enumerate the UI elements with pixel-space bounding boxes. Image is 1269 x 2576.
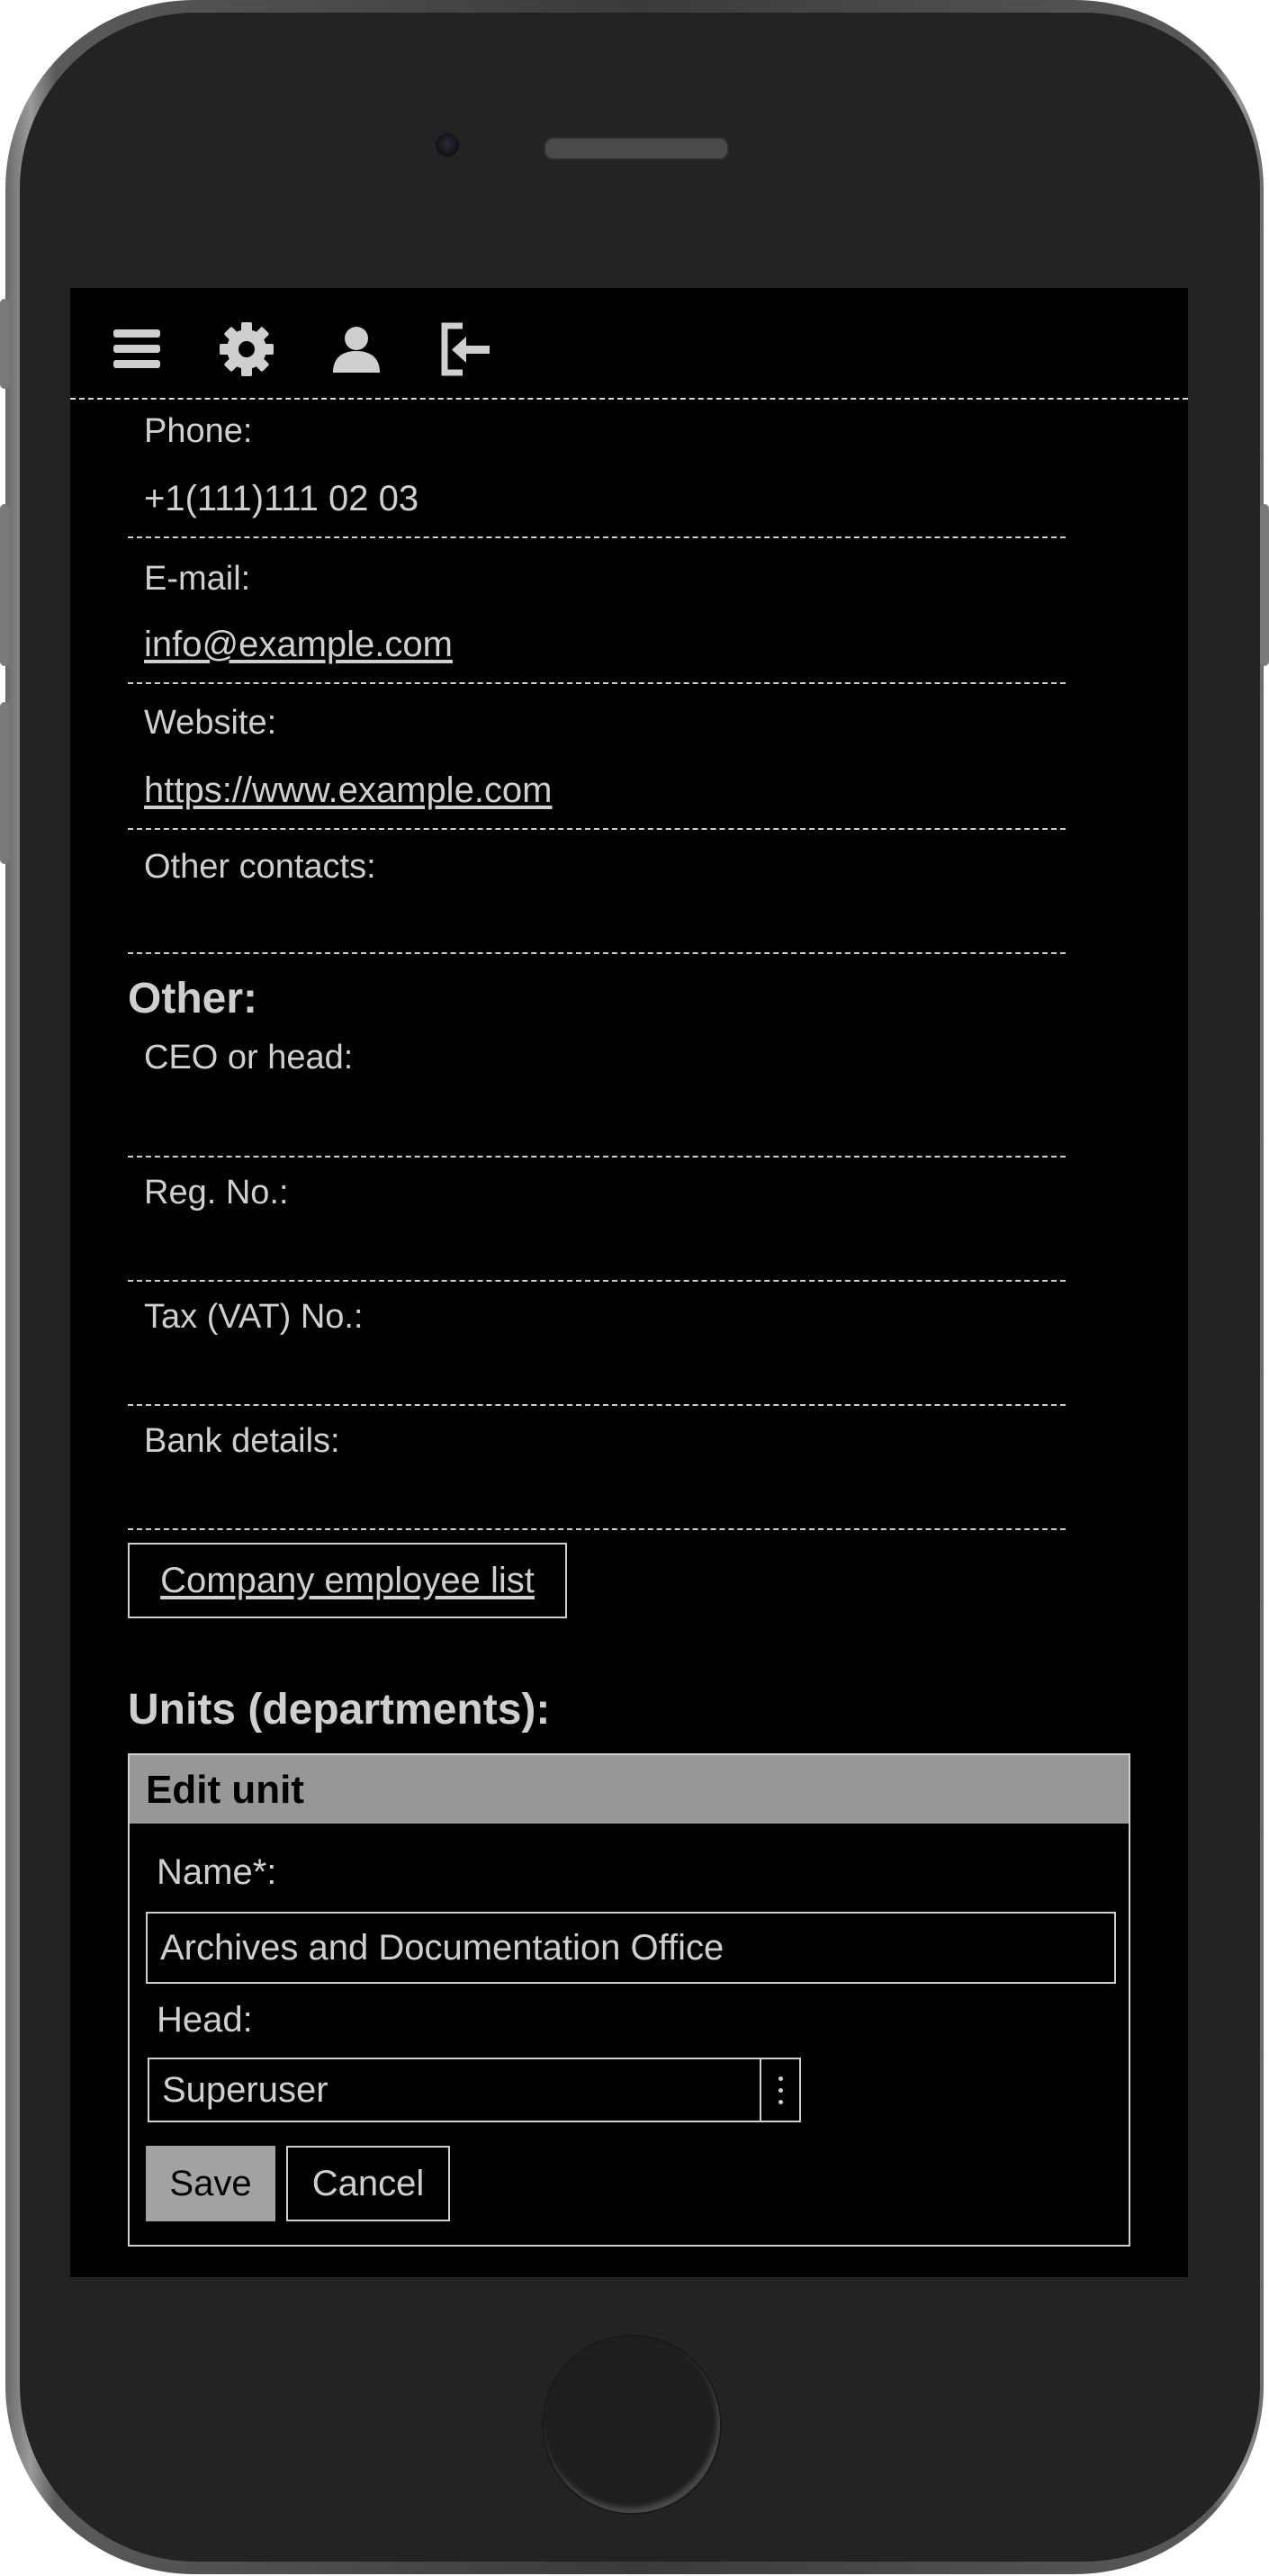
front-camera	[436, 133, 459, 157]
phone-label: Phone:	[144, 412, 253, 450]
tax-no-label: Tax (VAT) No.:	[144, 1298, 364, 1336]
other-contacts-label: Other contacts:	[144, 848, 376, 886]
home-button[interactable]	[544, 2337, 720, 2513]
reg-no-label: Reg. No.:	[144, 1174, 289, 1211]
phone-power-button	[1260, 504, 1269, 666]
ceo-field: CEO or head:	[128, 1026, 1066, 1157]
dropdown-dots-icon[interactable]	[760, 2059, 799, 2121]
user-icon[interactable]	[328, 320, 385, 378]
edit-unit-title: Edit unit	[146, 1768, 304, 1812]
bank-details-field: Bank details:	[128, 1404, 1066, 1530]
gear-icon[interactable]	[218, 320, 275, 378]
reg-no-field: Reg. No.:	[128, 1156, 1066, 1282]
website-label: Website:	[144, 704, 277, 742]
unit-name-label: Name*:	[157, 1852, 277, 1892]
email-label: E-mail:	[144, 560, 251, 598]
edit-unit-header: Edit unit	[130, 1755, 1129, 1824]
phone-field: Phone: +1(111)111 02 03	[128, 400, 1066, 538]
screen: Phone: +1(111)111 02 03 E-mail: info@exa…	[70, 288, 1188, 2277]
phone-value: +1(111)111 02 03	[144, 479, 419, 518]
save-button[interactable]: Save	[146, 2146, 275, 2221]
phone-volume-up	[0, 504, 9, 666]
phone-volume-down	[0, 702, 9, 864]
other-contacts-field: Other contacts:	[128, 828, 1066, 954]
website-field: Website: https://www.example.com	[128, 682, 1066, 830]
bank-details-label: Bank details:	[144, 1422, 340, 1460]
tax-no-field: Tax (VAT) No.:	[128, 1280, 1066, 1406]
other-heading: Other:	[128, 975, 257, 1022]
email-link[interactable]: info@example.com	[144, 625, 453, 665]
unit-head-selected-value: Superuser	[162, 2069, 328, 2110]
company-employee-list-button[interactable]: Company employee list	[128, 1543, 567, 1618]
phone-mute-switch	[0, 299, 9, 389]
unit-name-value: Archives and Documentation Office	[160, 1927, 724, 1968]
company-employee-list-label: Company employee list	[160, 1560, 535, 1600]
earpiece-speaker	[544, 137, 729, 160]
cancel-button[interactable]: Cancel	[286, 2146, 450, 2221]
edit-unit-panel: Edit unit Name*: Archives and Documentat…	[128, 1753, 1130, 2247]
unit-head-select[interactable]: Superuser	[148, 2058, 801, 2122]
ceo-label: CEO or head:	[144, 1039, 354, 1076]
cancel-label: Cancel	[311, 2163, 425, 2203]
menu-icon[interactable]	[108, 320, 166, 378]
unit-name-input[interactable]: Archives and Documentation Office	[146, 1912, 1116, 1984]
logout-icon[interactable]	[437, 320, 495, 378]
units-heading: Units (departments):	[128, 1686, 551, 1734]
email-field: E-mail: info@example.com	[128, 536, 1066, 684]
website-link[interactable]: https://www.example.com	[144, 770, 553, 811]
top-toolbar	[70, 288, 1188, 400]
unit-head-label: Head:	[157, 2000, 253, 2040]
